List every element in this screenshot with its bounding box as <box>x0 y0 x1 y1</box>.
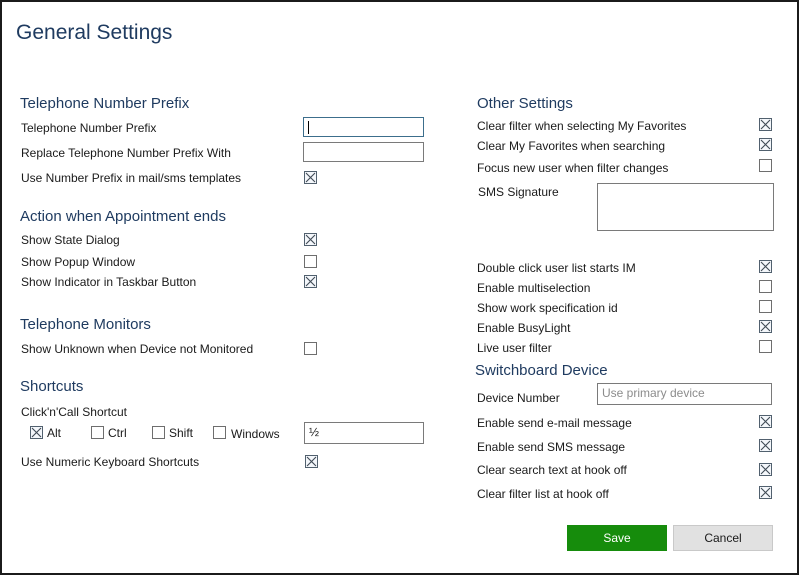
shortcut-key-value: ½ <box>309 425 320 439</box>
checkmark-x-icon <box>760 119 771 130</box>
clear-favorites-searching-label: Clear My Favorites when searching <box>477 139 666 153</box>
numeric-keyboard-label: Use Numeric Keyboard Shortcuts <box>21 455 200 469</box>
live-user-filter-label: Live user filter <box>477 341 552 355</box>
clear-filter-favorites-checkbox[interactable] <box>759 118 772 131</box>
focus-new-user-label: Focus new user when filter changes <box>477 161 669 175</box>
checkmark-x-icon <box>760 440 771 451</box>
enable-sms-label: Enable send SMS message <box>477 440 626 454</box>
click-call-shortcut-label: Click'n'Call Shortcut <box>21 405 127 419</box>
show-popup-window-label: Show Popup Window <box>21 255 136 269</box>
clear-search-hook-label: Clear search text at hook off <box>477 463 627 477</box>
show-unknown-label: Show Unknown when Device not Monitored <box>21 342 254 356</box>
enable-sms-checkbox[interactable] <box>759 439 772 452</box>
windows-modifier-label: Windows <box>231 427 280 441</box>
shift-modifier-checkbox[interactable] <box>152 426 165 439</box>
checkmark-x-icon <box>31 427 42 438</box>
show-work-spec-label: Show work specification id <box>477 301 618 315</box>
section-heading-shortcuts: Shortcuts <box>20 378 84 395</box>
show-popup-window-checkbox[interactable] <box>304 255 317 268</box>
show-unknown-checkbox[interactable] <box>304 342 317 355</box>
checkmark-x-icon <box>760 321 771 332</box>
clear-filter-favorites-label: Clear filter when selecting My Favorites <box>477 119 687 133</box>
prefix-label: Telephone Number Prefix <box>21 121 157 135</box>
clear-search-hook-checkbox[interactable] <box>759 463 772 476</box>
shortcut-key-input[interactable]: ½ <box>304 422 424 444</box>
checkmark-x-icon <box>305 276 316 287</box>
double-click-im-label: Double click user list starts IM <box>477 261 636 275</box>
sms-signature-textarea[interactable] <box>597 183 774 231</box>
device-number-label: Device Number <box>477 391 560 405</box>
enable-busylight-label: Enable BusyLight <box>477 321 571 335</box>
section-heading-telephone-monitors: Telephone Monitors <box>20 316 151 333</box>
checkmark-x-icon <box>760 464 771 475</box>
sms-signature-label: SMS Signature <box>478 185 559 199</box>
focus-new-user-checkbox[interactable] <box>759 159 772 172</box>
live-user-filter-checkbox[interactable] <box>759 340 772 353</box>
checkmark-x-icon <box>760 416 771 427</box>
alt-modifier-label: Alt <box>47 426 62 440</box>
save-button[interactable]: Save <box>567 525 667 551</box>
prefix-input[interactable] <box>303 117 424 137</box>
checkmark-x-icon <box>760 487 771 498</box>
numeric-keyboard-checkbox[interactable] <box>305 455 318 468</box>
cancel-button[interactable]: Cancel <box>673 525 773 551</box>
enable-multiselection-label: Enable multiselection <box>477 281 591 295</box>
ctrl-modifier-label: Ctrl <box>108 426 127 440</box>
text-caret <box>308 121 309 134</box>
checkmark-x-icon <box>305 234 316 245</box>
enable-email-label: Enable send e-mail message <box>477 416 632 430</box>
checkmark-x-icon <box>760 261 771 272</box>
show-indicator-taskbar-label: Show Indicator in Taskbar Button <box>21 275 197 289</box>
clear-filter-hook-label: Clear filter list at hook off <box>477 487 609 501</box>
double-click-im-checkbox[interactable] <box>759 260 772 273</box>
section-heading-switchboard: Switchboard Device <box>475 362 608 379</box>
show-state-dialog-label: Show State Dialog <box>21 233 120 247</box>
section-heading-other-settings: Other Settings <box>477 95 573 112</box>
replace-prefix-label: Replace Telephone Number Prefix With <box>21 146 231 160</box>
checkmark-x-icon <box>306 456 317 467</box>
windows-modifier-checkbox[interactable] <box>213 426 226 439</box>
use-prefix-templates-checkbox[interactable] <box>304 171 317 184</box>
enable-busylight-checkbox[interactable] <box>759 320 772 333</box>
enable-multiselection-checkbox[interactable] <box>759 280 772 293</box>
device-number-input[interactable]: Use primary device <box>597 383 772 405</box>
section-heading-telephone-prefix: Telephone Number Prefix <box>20 95 190 112</box>
show-indicator-taskbar-checkbox[interactable] <box>304 275 317 288</box>
section-heading-appointment: Action when Appointment ends <box>20 208 226 225</box>
checkmark-x-icon <box>305 172 316 183</box>
replace-prefix-input[interactable] <box>303 142 424 162</box>
clear-filter-hook-checkbox[interactable] <box>759 486 772 499</box>
page-title: General Settings <box>16 21 173 44</box>
checkmark-x-icon <box>760 139 771 150</box>
alt-modifier-checkbox[interactable] <box>30 426 43 439</box>
clear-favorites-searching-checkbox[interactable] <box>759 138 772 151</box>
ctrl-modifier-checkbox[interactable] <box>91 426 104 439</box>
show-work-spec-checkbox[interactable] <box>759 300 772 313</box>
use-prefix-templates-label: Use Number Prefix in mail/sms templates <box>21 171 242 185</box>
enable-email-checkbox[interactable] <box>759 415 772 428</box>
show-state-dialog-checkbox[interactable] <box>304 233 317 246</box>
shift-modifier-label: Shift <box>169 426 194 440</box>
device-number-placeholder: Use primary device <box>602 386 705 400</box>
